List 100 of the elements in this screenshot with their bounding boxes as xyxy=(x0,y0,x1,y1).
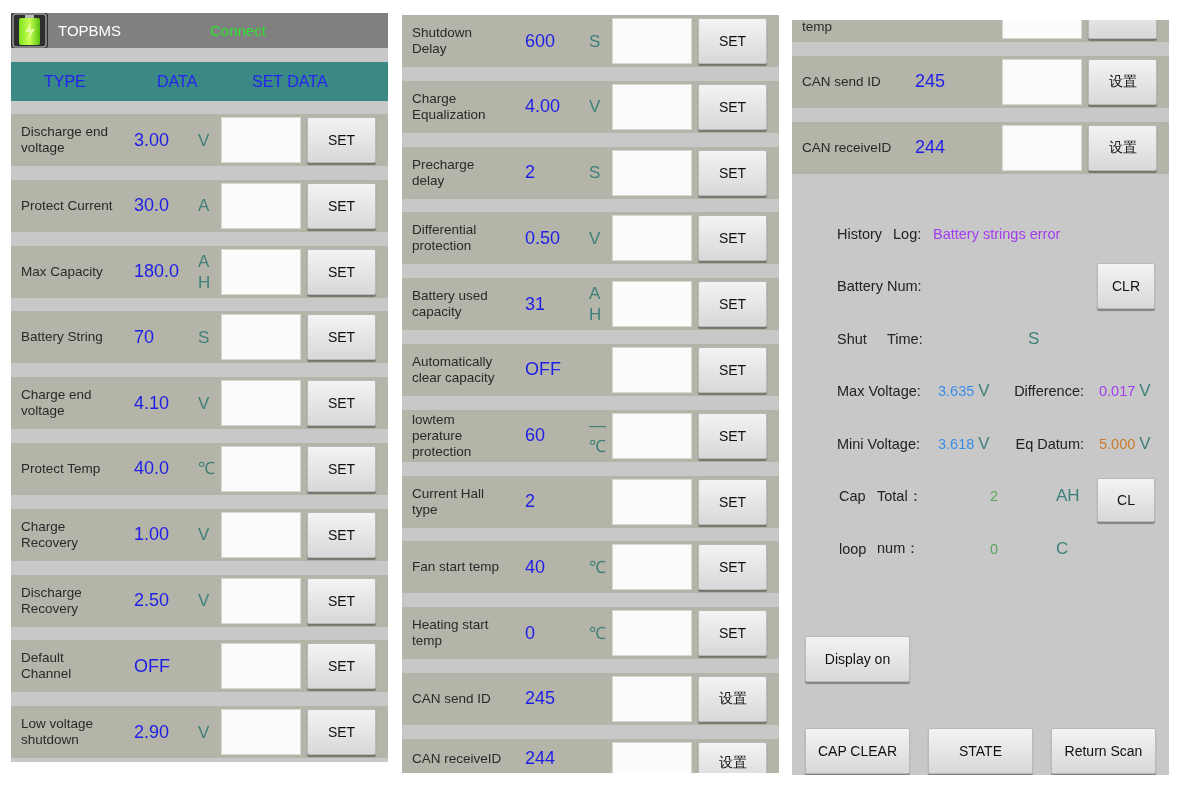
unit-label: S xyxy=(589,30,602,52)
set-button[interactable]: SET xyxy=(698,18,767,64)
parameter-value: 30.0 xyxy=(134,195,171,217)
parameter-value: 0 xyxy=(525,622,536,644)
input-field[interactable] xyxy=(221,117,301,163)
voltage-value: 0.017 xyxy=(1099,383,1136,400)
parameter-label: Automatically clear capacity xyxy=(412,354,496,386)
parameter-value: 180.0 xyxy=(134,261,181,283)
unit-label: V xyxy=(1139,433,1151,454)
set-button[interactable]: SET xyxy=(307,446,376,492)
set-button[interactable]: SET xyxy=(698,544,767,591)
input-field[interactable] xyxy=(221,709,301,756)
parameter-label: CAN receiveID xyxy=(802,139,893,156)
display-button[interactable]: Display on xyxy=(805,635,910,682)
set-button[interactable]: SET xyxy=(307,577,376,624)
unit-label: —℃ xyxy=(589,414,606,457)
parameter-label: CAN send ID xyxy=(412,690,492,707)
input-field[interactable] xyxy=(612,544,692,591)
input-field[interactable] xyxy=(221,511,301,558)
set-button[interactable]: SET xyxy=(307,182,376,229)
unit-label: C xyxy=(1056,538,1069,559)
clear-button[interactable]: CL xyxy=(1097,478,1155,523)
input-field[interactable] xyxy=(221,577,301,624)
set-button[interactable]: SET xyxy=(698,478,767,525)
input-field[interactable] xyxy=(612,610,692,657)
unit-label: S xyxy=(589,162,602,184)
parameter-label: Protect Current xyxy=(21,197,114,214)
unit-label: V xyxy=(198,392,211,414)
set-button[interactable]: SET xyxy=(307,643,376,690)
unit-label: S xyxy=(198,326,211,348)
status-label: loop xyxy=(839,540,868,557)
unit-label: V xyxy=(1139,381,1151,402)
set-button[interactable]: SET xyxy=(698,347,767,393)
status-label: Shut xyxy=(837,330,868,347)
input-field[interactable] xyxy=(612,412,692,459)
unit-label: V xyxy=(978,381,990,402)
unit-label: ℃ xyxy=(589,622,606,644)
set-button[interactable]: SET xyxy=(698,610,767,657)
unit-label: V xyxy=(198,590,211,612)
parameter-value: 245 xyxy=(525,688,557,710)
input-field[interactable] xyxy=(612,18,692,64)
set-button[interactable]: SET xyxy=(698,149,767,196)
action-button[interactable]: CAP CLEAR xyxy=(805,727,910,774)
set-button[interactable]: SET xyxy=(698,281,767,328)
parameter-value: 70 xyxy=(134,326,156,348)
counter-value: 0 xyxy=(988,540,1000,557)
input-field[interactable] xyxy=(612,347,692,393)
parameter-label: CAN send ID xyxy=(802,73,882,90)
parameter-value: 2 xyxy=(525,162,536,184)
set-button[interactable]: SET xyxy=(307,511,376,558)
set-button[interactable]: SET xyxy=(698,83,767,130)
parameter-label: Fan start temp xyxy=(412,559,501,576)
parameter-value: 600 xyxy=(525,30,557,52)
input-field[interactable] xyxy=(1002,124,1082,171)
clear-button[interactable]: CLR xyxy=(1097,263,1155,310)
parameter-value: 3.00 xyxy=(134,129,171,151)
set-button[interactable]: 设置 xyxy=(1088,124,1157,171)
voltage-value: 3.618 xyxy=(938,435,975,452)
input-field[interactable] xyxy=(612,215,692,262)
input-field[interactable] xyxy=(612,83,692,130)
status-label: Total： xyxy=(877,486,924,506)
input-field[interactable] xyxy=(221,643,301,690)
input-field[interactable] xyxy=(221,248,301,295)
input-field[interactable] xyxy=(612,675,692,722)
parameter-label: Default Channel xyxy=(21,650,73,683)
connection-status: Connect xyxy=(210,22,266,39)
action-button[interactable]: Return Scan xyxy=(1051,727,1156,774)
set-button[interactable]: SET xyxy=(307,380,376,427)
set-button[interactable]: 设置 xyxy=(1088,58,1157,105)
input-field[interactable] xyxy=(612,281,692,328)
input-field[interactable] xyxy=(221,380,301,427)
set-button[interactable]: 设置 xyxy=(698,675,767,722)
log-message: Battery strings error xyxy=(933,225,1061,242)
unit-label: V xyxy=(589,96,602,118)
set-button[interactable]: SET xyxy=(307,248,376,295)
parameter-label: CAN receiveID xyxy=(412,749,503,767)
input-field[interactable] xyxy=(612,478,692,525)
set-button[interactable]: SET xyxy=(698,412,767,459)
set-button[interactable]: SET xyxy=(307,117,376,163)
status-label: Eq Datum: xyxy=(1014,435,1084,452)
set-button[interactable]: SET xyxy=(307,709,376,756)
input-field[interactable] xyxy=(221,446,301,492)
input-field[interactable] xyxy=(221,314,301,361)
status-label: Mini Voltage: xyxy=(837,435,922,452)
app-title: TOPBMS xyxy=(58,22,123,39)
input-field[interactable] xyxy=(221,182,301,229)
set-button[interactable]: 设置 xyxy=(698,741,767,773)
input-field[interactable] xyxy=(1002,58,1082,105)
set-button[interactable]: SET xyxy=(698,215,767,262)
set-button[interactable]: SET xyxy=(307,314,376,361)
status-label: Time: xyxy=(887,330,924,347)
parameter-label: lowtem perature protection xyxy=(412,411,473,460)
parameter-label: Charge Equalization xyxy=(412,90,487,123)
parameter-value: OFF xyxy=(525,359,562,381)
action-button[interactable]: STATE xyxy=(928,727,1033,774)
column-header: TYPE xyxy=(44,72,87,91)
parameter-label: Differential protection xyxy=(412,222,478,255)
input-field[interactable] xyxy=(612,149,692,196)
unit-label: V xyxy=(198,129,211,151)
parameter-label: Low voltage shutdown xyxy=(21,716,95,749)
